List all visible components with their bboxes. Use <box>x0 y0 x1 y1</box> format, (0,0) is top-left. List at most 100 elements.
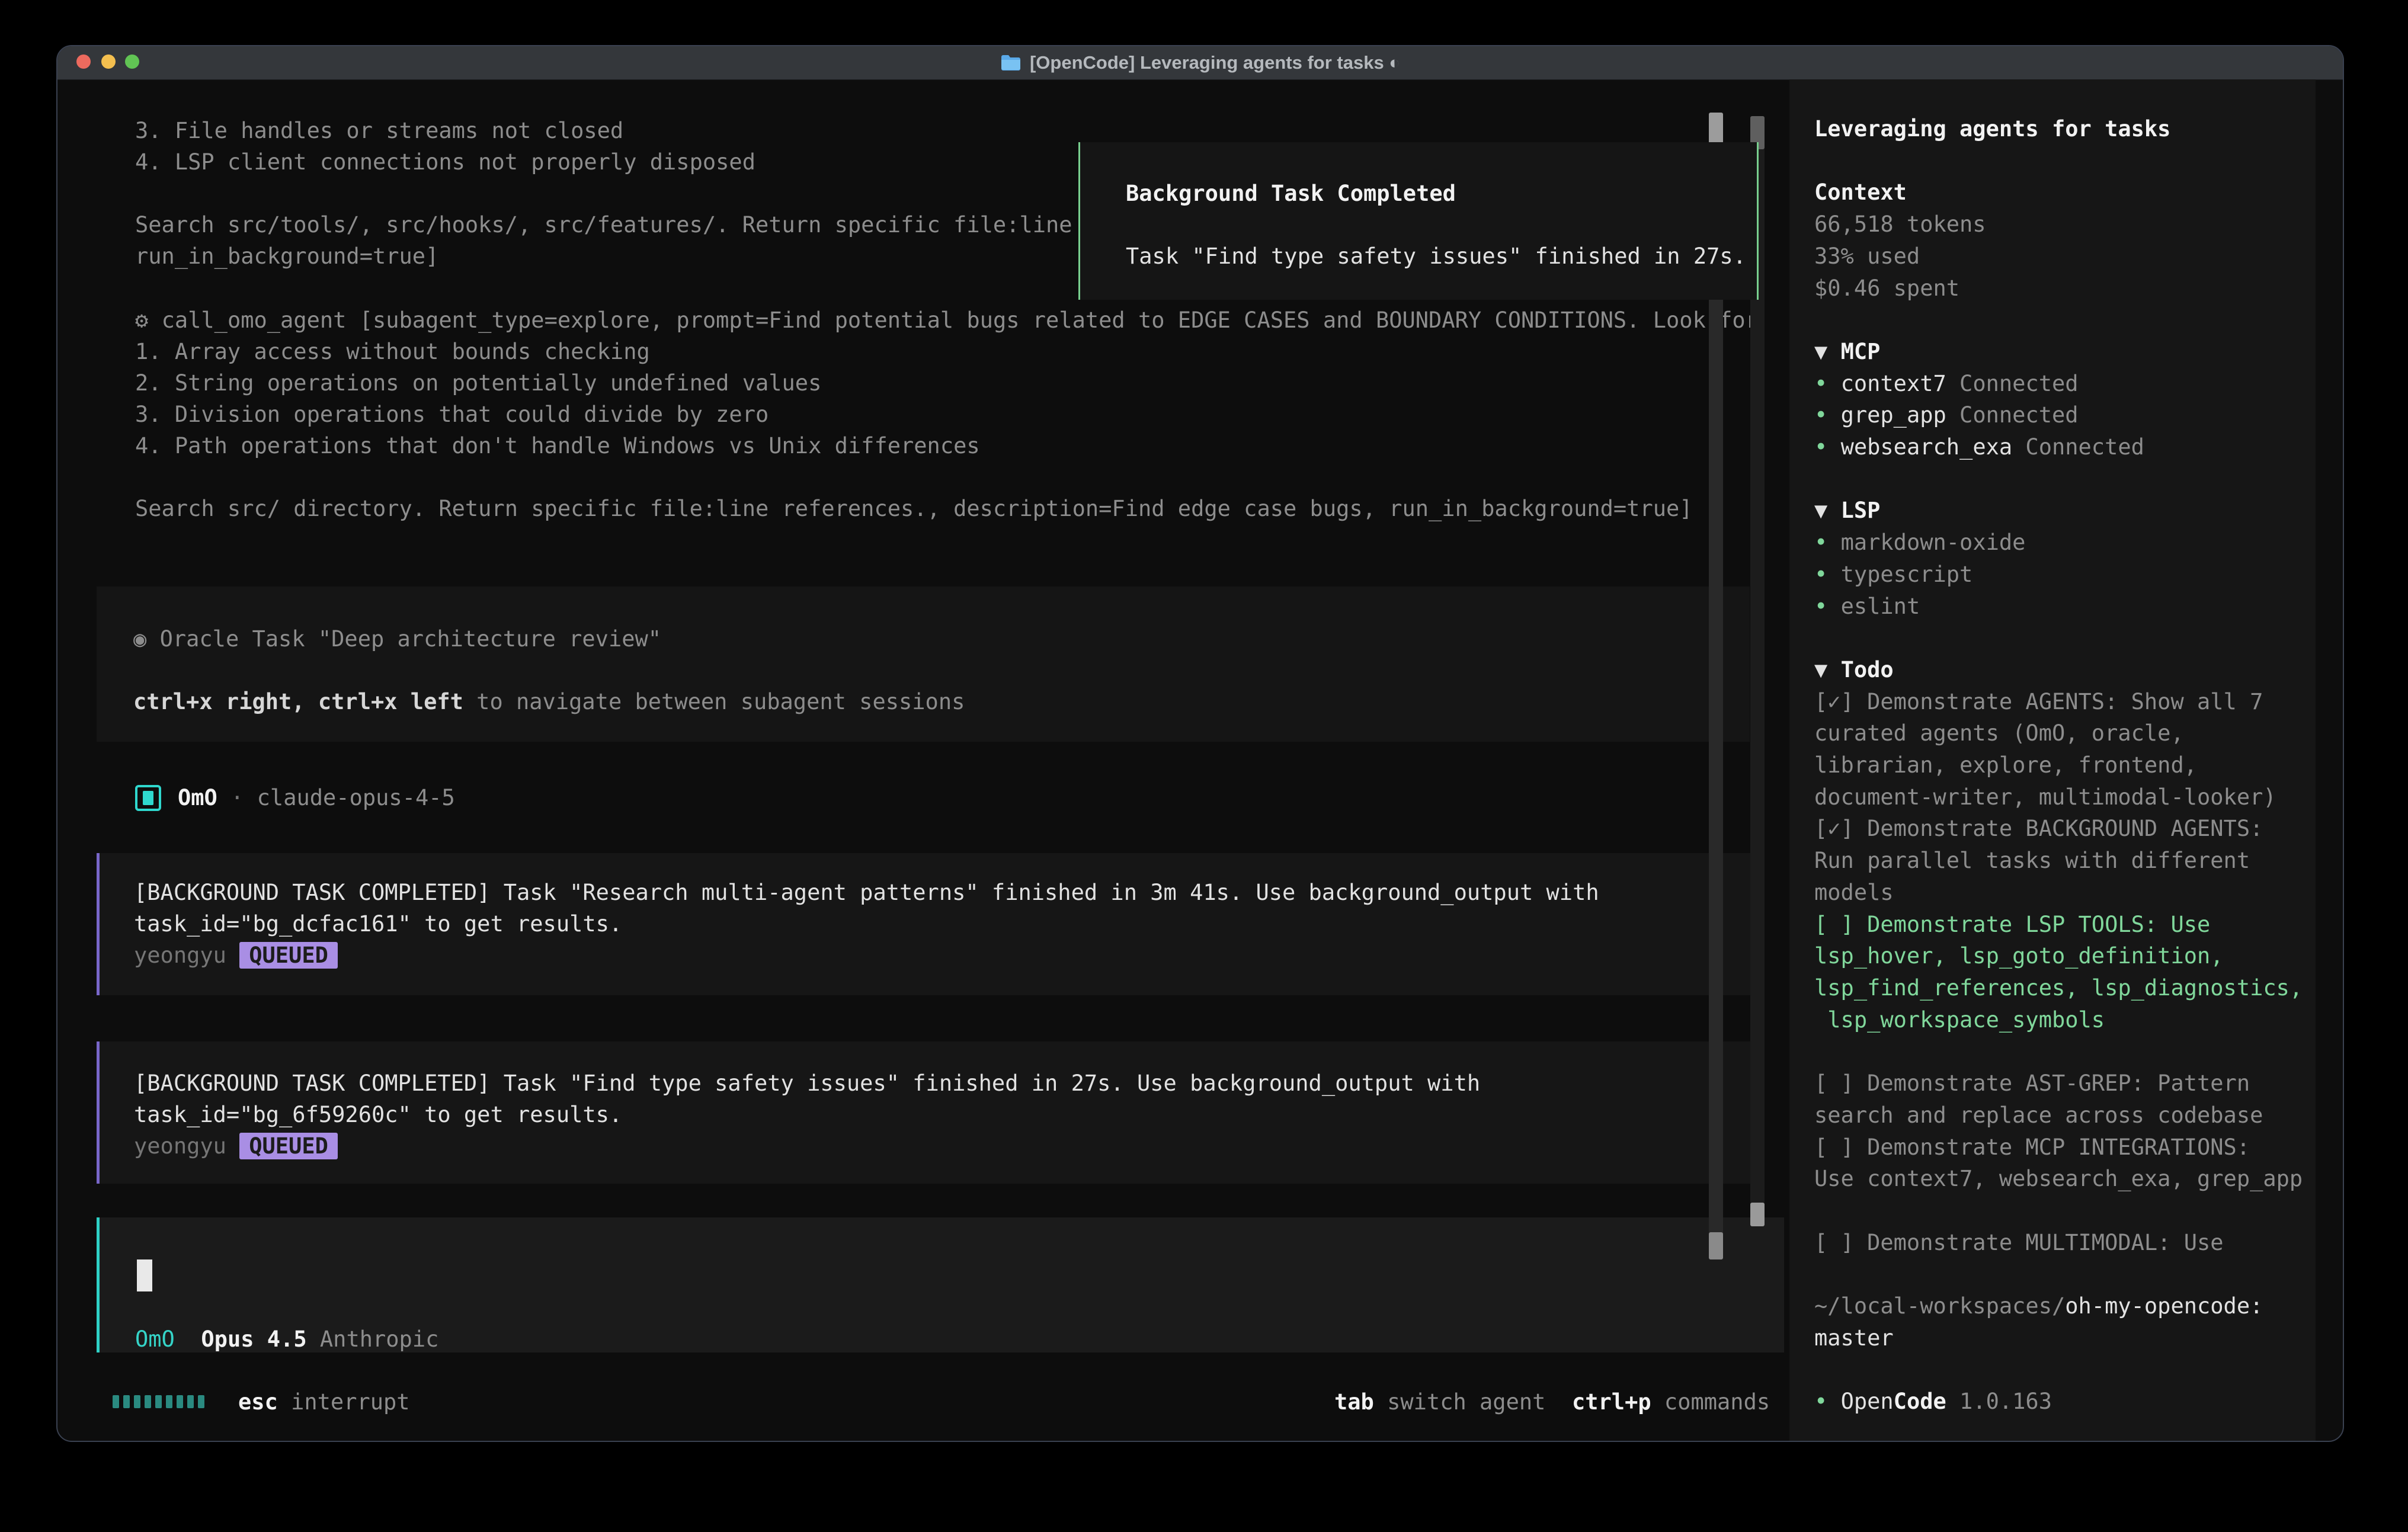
text-line: document-writer, multimodal-looker) <box>1814 781 2303 813</box>
text-line: 66,518 tokens <box>1814 209 2303 241</box>
text-segment: tab <box>1334 1389 1374 1415</box>
toast-text: Background Task Completed Task "Find typ… <box>1080 142 1757 272</box>
text-line: ⚙ call_omo_agent [subagent_type=explore,… <box>135 305 1759 336</box>
text-segment: lsp_find_references, lsp_diagnostics, <box>1814 975 2303 1001</box>
text-line: librarian, explore, frontend, <box>1814 749 2303 781</box>
text-line: • context7 Connected <box>1814 368 2303 400</box>
text-segment: switch agent <box>1374 1389 1546 1415</box>
zoom-window-button[interactable] <box>125 55 139 69</box>
text-line: • websearch_exa Connected <box>1814 431 2303 463</box>
text-segment: to navigate between subagent sessions <box>463 689 965 714</box>
text-segment: • <box>1814 371 1841 396</box>
text-line: [ ] Demonstrate MCP INTEGRATIONS: <box>1814 1132 2303 1164</box>
text-line: 33% used <box>1814 241 2303 273</box>
background-task-message-1-text: [BACKGROUND TASK COMPLETED] Task "Resear… <box>100 853 1753 971</box>
text-segment: lsp_hover, lsp_goto_definition, <box>1814 943 2224 969</box>
close-window-button[interactable] <box>76 55 91 69</box>
text-line: lsp_find_references, lsp_diagnostics, <box>1814 972 2303 1004</box>
text-segment: librarian, explore, frontend, <box>1814 752 2197 778</box>
toast-background-task-completed[interactable]: Background Task Completed Task "Find typ… <box>1078 142 1759 300</box>
text-segment: task_id="bg_6f59260c" to get results. <box>134 1102 622 1127</box>
text-line <box>1814 463 2303 495</box>
spinner-dot <box>123 1395 130 1408</box>
spinner-dot <box>177 1395 183 1408</box>
text-segment: Connected <box>1946 371 2079 396</box>
sidebar-content: Leveraging agents for tasks Context 66,51… <box>1814 113 2303 1418</box>
text-segment: [ ] Demonstrate LSP TOOLS: Use <box>1814 912 2210 937</box>
text-line: Context <box>1814 177 2303 209</box>
spinner-dot <box>145 1395 151 1408</box>
text-segment: yeongyu <box>134 1133 239 1159</box>
text-line: lsp_hover, lsp_goto_definition, <box>1814 940 2303 972</box>
text-segment: Task "Find type safety issues" finished … <box>1126 243 1746 269</box>
window-titlebar[interactable]: [OpenCode] Leveraging agents for tasks ◐ <box>57 46 2343 80</box>
text-segment: call_omo_agent [subagent_type=explore, p… <box>162 307 1759 333</box>
text-segment <box>175 1326 201 1352</box>
text-line <box>1814 1258 2303 1290</box>
text-segment: ⚙ <box>135 307 162 333</box>
text-line: [BACKGROUND TASK COMPLETED] Task "Resear… <box>134 877 1753 908</box>
text-line: • grep_app Connected <box>1814 399 2303 431</box>
text-segment: 33% used <box>1814 243 1920 269</box>
agent-session-header[interactable]: OmO · claude-opus-4-5 <box>178 782 455 813</box>
sidebar-scrollbar-thumb-bottom[interactable] <box>1709 1232 1723 1259</box>
text-segment: 3. File handles or streams not closed <box>135 118 623 143</box>
folder-icon <box>1000 54 1022 72</box>
text-line <box>1126 209 1757 241</box>
text-line: ctrl+x right, ctrl+x left to navigate be… <box>133 686 1750 717</box>
text-segment: 4. LSP client connections not properly d… <box>135 149 755 175</box>
text-line <box>1814 145 2303 177</box>
spinner-dot <box>134 1395 140 1408</box>
statusbar-right-hints: tab switch agent ctrl+p commands <box>1334 1386 1770 1418</box>
text-line: ~/local-workspaces/oh-my-opencode: <box>1814 1290 2303 1322</box>
text-segment <box>307 1326 320 1352</box>
text-segment: [✓] Demonstrate BACKGROUND AGENTS: <box>1814 816 2263 841</box>
spinner-dot <box>166 1395 172 1408</box>
text-line <box>1814 1036 2303 1068</box>
text-segment: claude-opus-4-5 <box>257 785 455 810</box>
text-segment: ▼ <box>1814 339 1841 364</box>
text-line <box>1814 622 2303 654</box>
text-line: task_id="bg_dcfac161" to get results. <box>134 908 1753 940</box>
agent-omo-icon <box>135 785 161 811</box>
text-line: ▼ LSP <box>1814 495 2303 527</box>
text-line: [BACKGROUND TASK COMPLETED] Task "Find t… <box>134 1068 1753 1099</box>
minimize-window-button[interactable] <box>101 55 116 69</box>
text-line: Use context7, websearch_exa, grep_app <box>1814 1163 2303 1195</box>
text-segment: master <box>1814 1325 1894 1351</box>
text-segment: [BACKGROUND TASK COMPLETED] Task "Find t… <box>134 1071 1480 1096</box>
text-segment: Context <box>1814 180 1907 205</box>
text-segment: ctrl+x right, ctrl+x left <box>133 689 463 714</box>
text-segment: 1. Array access without bounds checking <box>135 339 650 364</box>
text-segment: • <box>1814 434 1841 460</box>
text-line: 2. String operations on potentially unde… <box>135 367 1759 399</box>
text-segment: esc <box>238 1389 278 1415</box>
tool-call-output: ⚙ call_omo_agent [subagent_type=explore,… <box>135 305 1759 524</box>
text-segment: ◉ <box>133 626 160 652</box>
text-line: Run parallel tasks with different <box>1814 845 2303 877</box>
text-segment: Background Task Completed <box>1126 181 1456 206</box>
text-line: [ ] Demonstrate MULTIMODAL: Use <box>1814 1227 2303 1259</box>
text-segment: commands <box>1651 1389 1770 1415</box>
text-segment: Code <box>1894 1389 1946 1414</box>
text-segment: $0.46 spent <box>1814 275 1959 301</box>
text-segment: [✓] Demonstrate AGENTS: Show all 7 <box>1814 689 2263 714</box>
text-segment: ~/local-workspaces/ <box>1814 1293 2065 1319</box>
status-badge: QUEUED <box>239 942 338 969</box>
oracle-task-text: ◉ Oracle Task "Deep architecture review"… <box>97 586 1750 717</box>
text-segment: context7 <box>1841 371 1946 396</box>
text-segment: 1.0.163 <box>1946 1389 2052 1414</box>
text-line: OmO · claude-opus-4-5 <box>178 782 455 813</box>
text-line: [✓] Demonstrate AGENTS: Show all 7 <box>1814 686 2303 718</box>
text-line: esc interrupt <box>238 1386 410 1418</box>
background-task-message-1: [BACKGROUND TASK COMPLETED] Task "Resear… <box>97 853 1753 995</box>
status-badge: QUEUED <box>239 1133 338 1159</box>
text-line: Leveraging agents for tasks <box>1814 113 2303 145</box>
text-line <box>1814 1195 2303 1227</box>
main-scrollbar-thumb-bottom[interactable] <box>1750 1203 1765 1226</box>
text-line: • OpenCode 1.0.163 <box>1814 1386 2303 1418</box>
model-indicator[interactable]: OmO Opus 4.5 Anthropic <box>135 1323 438 1355</box>
window-title: [OpenCode] Leveraging agents for tasks ◐ <box>1000 52 1400 73</box>
spinner-dot <box>187 1395 194 1408</box>
text-segment: • <box>1814 402 1841 428</box>
